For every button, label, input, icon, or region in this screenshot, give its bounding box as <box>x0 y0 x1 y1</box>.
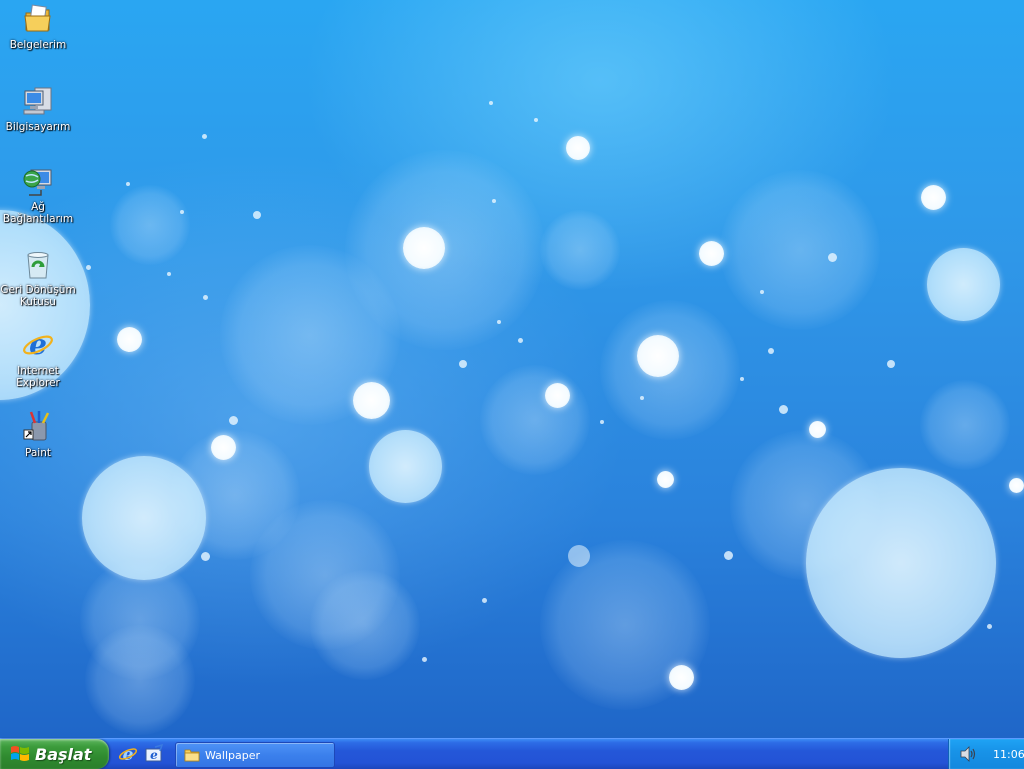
taskbar-window-button[interactable]: Wallpaper <box>175 742 335 768</box>
desktop-icon-label: Ağ Bağlantılarım <box>2 201 74 225</box>
desktop-icon-network-connections[interactable]: Ağ Bağlantılarım <box>0 164 76 225</box>
svg-text:e: e <box>29 328 47 361</box>
volume-icon[interactable] <box>959 746 977 762</box>
recycle-bin-icon <box>27 252 49 279</box>
desktop-icon-label: Paint <box>25 447 51 459</box>
desktop-icon-internet-explorer[interactable]: e Internet Explorer <box>0 328 76 389</box>
my-documents-icon <box>24 4 51 32</box>
taskbar: Başlat e e Wallpaper 11:06 <box>0 738 1024 769</box>
start-button[interactable]: Başlat <box>0 739 109 769</box>
network-connections-icon <box>23 169 52 196</box>
desktop[interactable]: Belgelerim Bilgisayarım Ağ Bağlantılarım <box>0 0 1024 738</box>
desktop-icon-label: Internet Explorer <box>16 365 60 389</box>
desktop-icon-paint[interactable]: Paint <box>0 410 76 459</box>
desktop-icon-recycle-bin[interactable]: Geri Dönüşüm Kutusu <box>0 247 76 308</box>
svg-text:e: e <box>123 745 134 764</box>
start-button-label: Başlat <box>35 744 92 764</box>
internet-explorer-icon: e <box>23 328 53 361</box>
quick-launch-bar: e e <box>118 744 164 764</box>
windows-logo-icon <box>11 746 29 761</box>
internet-explorer-icon[interactable]: e <box>118 744 138 764</box>
desktop-icon-label: Geri Dönüşüm Kutusu <box>0 284 76 308</box>
desktop-icon-my-documents[interactable]: Belgelerim <box>0 2 76 51</box>
desktop-icon-label: Bilgisayarım <box>5 121 71 133</box>
desktop-icon-my-computer[interactable]: Bilgisayarım <box>0 84 76 133</box>
system-tray: 11:06 <box>948 739 1024 769</box>
taskbar-window-label: Wallpaper <box>205 748 261 762</box>
svg-text:e: e <box>150 748 158 762</box>
folder-icon <box>184 749 200 762</box>
desktop-icon-label: Belgelerim <box>9 39 67 51</box>
my-computer-icon <box>23 87 52 115</box>
paint-icon <box>23 411 50 441</box>
outlook-express-icon[interactable]: e <box>144 744 164 764</box>
clock[interactable]: 11:06 <box>993 748 1024 761</box>
